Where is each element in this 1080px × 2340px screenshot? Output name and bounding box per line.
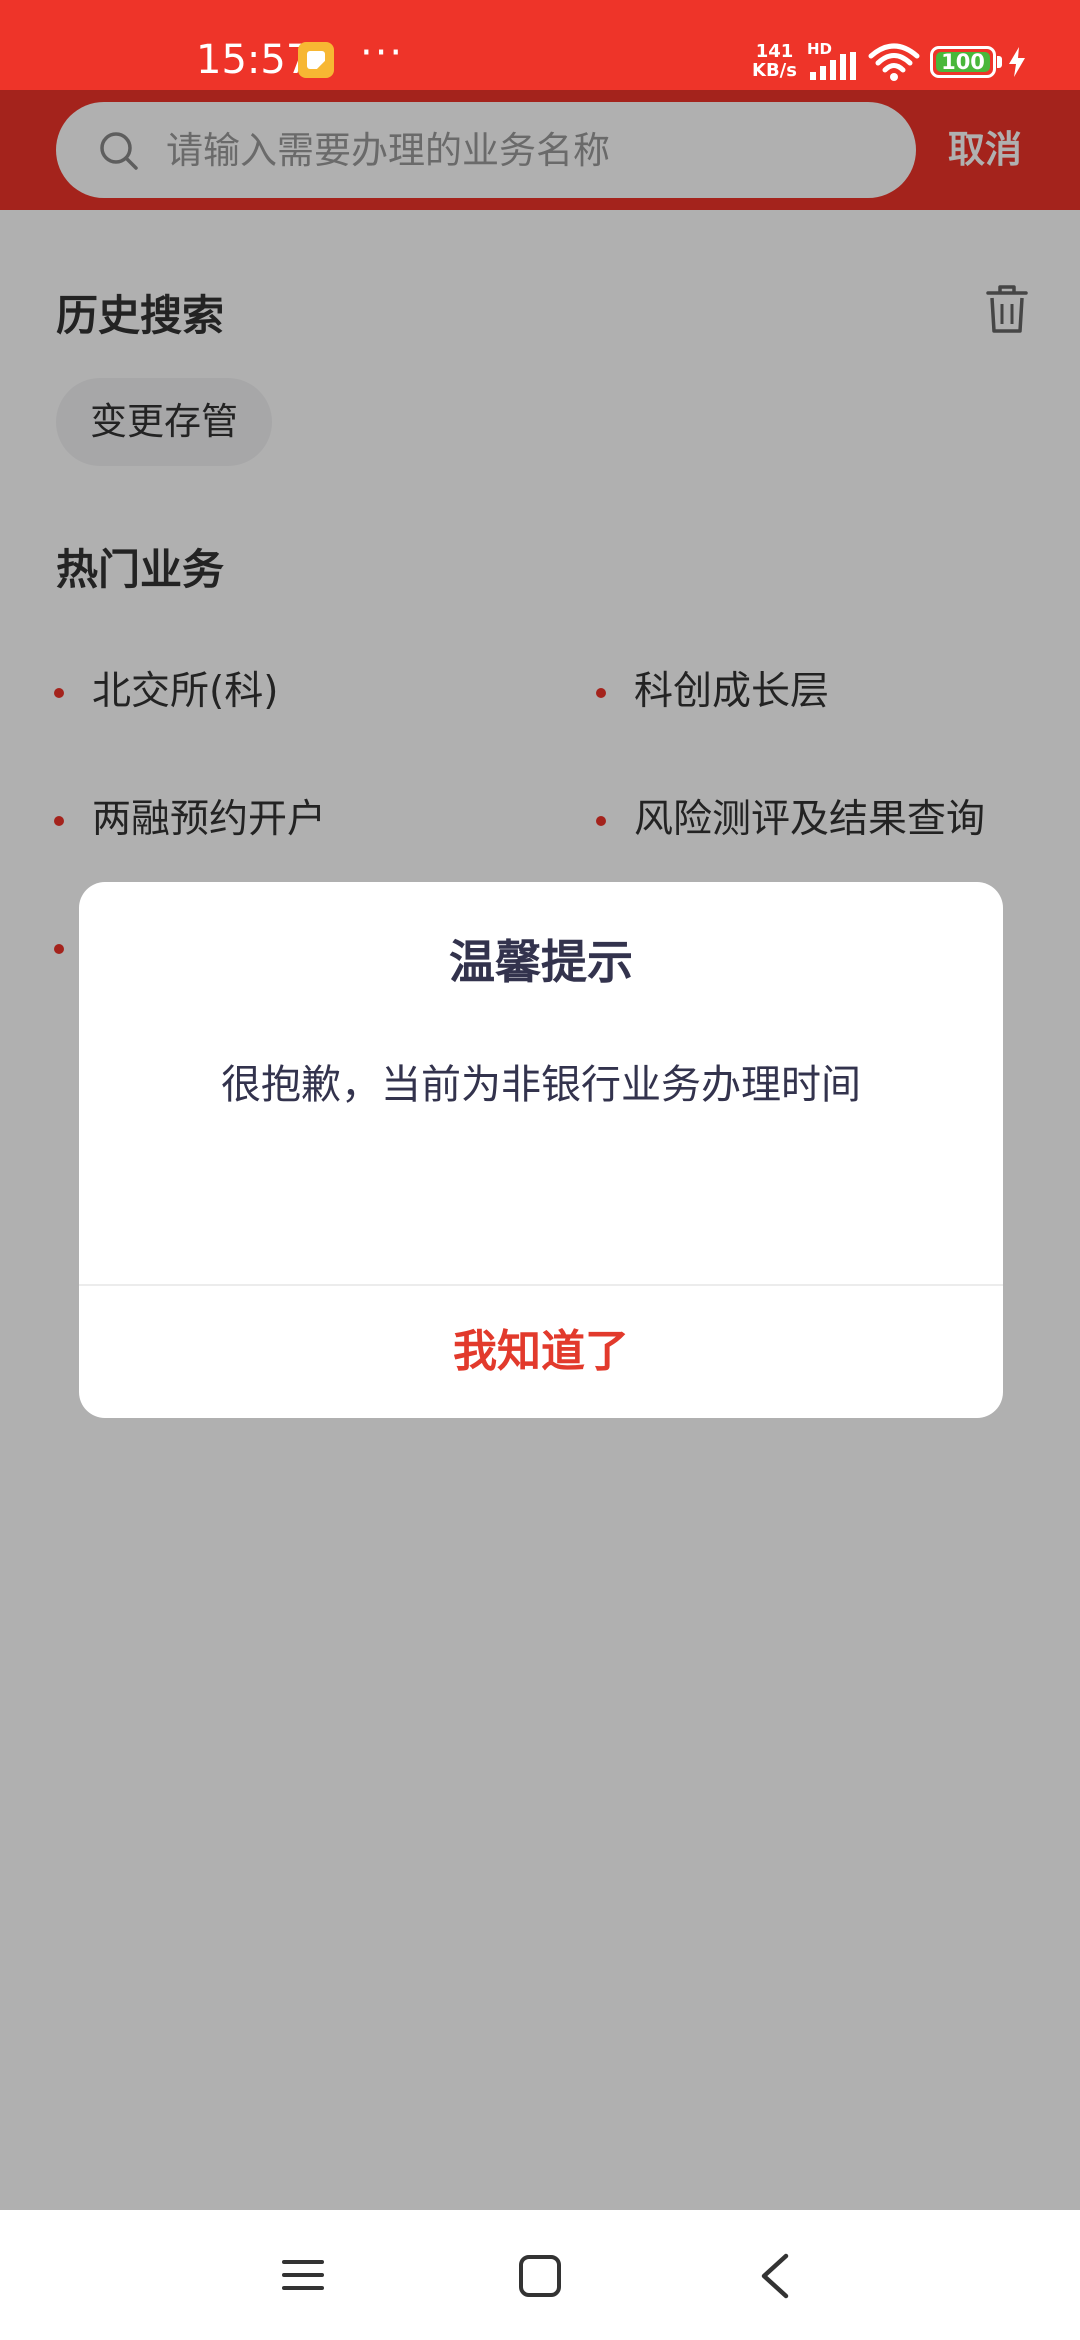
- screen: 15:57 ··· 141 KB/s HD 100 请输入需要办理的业务名称 取…: [0, 0, 1080, 2340]
- charging-icon: [1009, 47, 1025, 77]
- network-speed-value: 141: [755, 41, 794, 62]
- system-nav-bar: [0, 2210, 1080, 2340]
- back-icon[interactable]: [758, 2252, 792, 2300]
- battery-level: 100: [941, 50, 985, 74]
- more-notifications: ···: [360, 30, 405, 76]
- confirm-button[interactable]: 我知道了: [79, 1286, 1003, 1418]
- dialog-title: 温馨提示: [449, 935, 633, 989]
- status-time: 15:57: [196, 37, 312, 83]
- status-bar: 15:57 ··· 141 KB/s HD 100: [0, 0, 1080, 90]
- dialog-message: 很抱歉，当前为非银行业务办理时间: [221, 1062, 861, 1108]
- battery-icon: 100: [930, 46, 1002, 78]
- notification-app-icon: [298, 42, 334, 78]
- network-speed-unit: KB/s: [752, 60, 797, 81]
- signal-icon: [810, 52, 856, 80]
- alert-dialog: 温馨提示 很抱歉，当前为非银行业务办理时间 我知道了: [79, 882, 1003, 1418]
- menu-icon[interactable]: [282, 2254, 324, 2296]
- home-icon[interactable]: [518, 2254, 562, 2298]
- wifi-icon: [868, 43, 920, 81]
- network-speed: 141 KB/s: [752, 42, 797, 80]
